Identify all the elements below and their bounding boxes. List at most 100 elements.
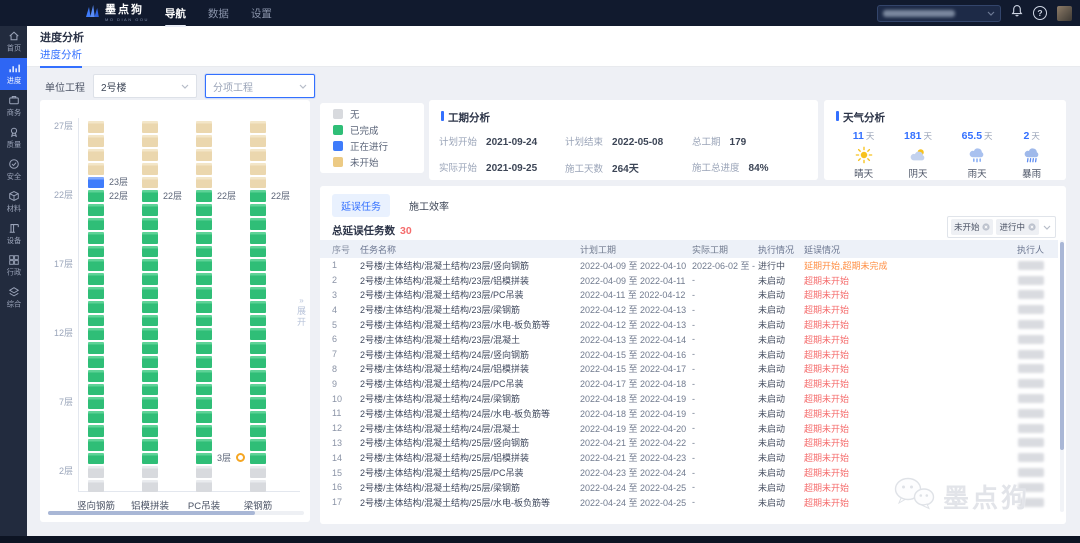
block-chart: 27层22层17层12层7层2层22层23层竖向钢筋22层铝模拼装22层3层PC… xyxy=(40,100,310,522)
floor-block-done xyxy=(142,218,158,230)
executor-redacted xyxy=(1018,394,1044,403)
table-row[interactable]: 142号楼/主体结构/混凝土结构/25层/铝模拼装2022-04-21 至 20… xyxy=(320,450,1058,465)
help-icon[interactable]: ? xyxy=(1033,6,1047,20)
table-row[interactable]: 172号楼/主体结构/混凝土结构/25层/水电-板负筋等2022-04-24 至… xyxy=(320,495,1058,510)
nav-item-设置[interactable]: 设置 xyxy=(249,0,274,27)
filter-tag-进行中[interactable]: 进行中 xyxy=(996,219,1039,235)
floor-block-done xyxy=(196,425,212,437)
close-icon[interactable] xyxy=(982,223,990,231)
legend-swatch xyxy=(333,125,343,135)
sidebar-item-综合[interactable]: 综合 xyxy=(0,282,27,314)
delay-status: 超期未开始 xyxy=(804,436,960,449)
weather-panel-title: 天气分析 xyxy=(836,110,885,125)
sidebar-item-商务[interactable]: 商务 xyxy=(0,90,27,122)
tasks-tab-延误任务[interactable]: 延误任务 xyxy=(332,194,390,217)
table-row[interactable]: 102号楼/主体结构/混凝土结构/24层/梁钢筋2022-04-18 至 202… xyxy=(320,391,1058,406)
column-header-任务名称: 任务名称 xyxy=(360,243,580,256)
delay-status: 超期未开始 xyxy=(804,333,960,346)
nav-item-数据[interactable]: 数据 xyxy=(206,0,231,27)
expand-control[interactable]: » 展开 xyxy=(294,296,309,329)
subitem-project-select[interactable]: 分项工程 xyxy=(205,74,315,98)
floor-block-done xyxy=(88,259,104,271)
sidebar-item-安全[interactable]: 安全 xyxy=(0,154,27,186)
status: 未启动 xyxy=(758,333,804,346)
avatar[interactable] xyxy=(1057,6,1072,21)
delay-status: 超期未开始 xyxy=(804,377,960,390)
actual-dates: 2022-06-02 至 - xyxy=(692,259,758,272)
home-icon xyxy=(8,30,20,42)
table-row[interactable]: 82号楼/主体结构/混凝土结构/24层/铝模拼装2022-04-15 至 202… xyxy=(320,362,1058,377)
table-row[interactable]: 92号楼/主体结构/混凝土结构/24层/PC吊装2022-04-17 至 202… xyxy=(320,376,1058,391)
executor-redacted xyxy=(1018,335,1044,344)
table-row[interactable]: 32号楼/主体结构/混凝土结构/23层/PC吊装2022-04-11 至 202… xyxy=(320,288,1058,303)
floor-block-not_started xyxy=(142,121,158,133)
chart-bar-PC吊装[interactable] xyxy=(196,121,212,492)
floor-block-done xyxy=(250,273,266,285)
progress-icon xyxy=(8,62,20,74)
tab-progress-analysis[interactable]: 进度分析 xyxy=(40,47,82,68)
table-row[interactable]: 42号楼/主体结构/混凝土结构/23层/梁钢筋2022-04-12 至 2022… xyxy=(320,302,1058,317)
duration-fields: 计划开始2021-09-24计划结束2022-05-08总工期179实际开始20… xyxy=(439,134,810,175)
table-row[interactable]: 162号楼/主体结构/混凝土结构/25层/梁钢筋2022-04-24 至 202… xyxy=(320,480,1058,495)
sidebar-item-设备[interactable]: 设备 xyxy=(0,218,27,250)
executor-redacted xyxy=(1018,305,1044,314)
table-row[interactable]: 132号楼/主体结构/混凝土结构/25层/竖向钢筋2022-04-21 至 20… xyxy=(320,436,1058,451)
app-logo[interactable]: 墨点狗 MO DIAN GOU xyxy=(85,4,149,22)
tasks-tab-施工效率[interactable]: 施工效率 xyxy=(400,194,458,217)
sidebar-item-材料[interactable]: 材料 xyxy=(0,186,27,218)
chart-hscrollbar-thumb[interactable] xyxy=(48,511,255,515)
table-row[interactable]: 152号楼/主体结构/混凝土结构/25层/PC吊装2022-04-23 至 20… xyxy=(320,465,1058,480)
weather-items: 11天晴天181天阴天65.5天雨天2天暴雨 xyxy=(838,126,1056,180)
y-axis-tick: 2层 xyxy=(40,465,73,477)
floor-block-done xyxy=(142,301,158,313)
close-icon[interactable] xyxy=(1028,223,1036,231)
floor-block-done xyxy=(196,453,212,465)
task-name: 2号楼/主体结构/混凝土结构/24层/混凝土 xyxy=(360,422,580,435)
materials-icon xyxy=(8,190,20,202)
floor-block-done xyxy=(196,301,212,313)
sidebar-item-质量[interactable]: 质量 xyxy=(0,122,27,154)
duration-panel-title: 工期分析 xyxy=(441,110,490,125)
table-row[interactable]: 112号楼/主体结构/混凝土结构/24层/水电-板负筋等2022-04-18 至… xyxy=(320,406,1058,421)
floor-block-none xyxy=(88,466,104,478)
status: 未启动 xyxy=(758,377,804,390)
floor-block-not_started xyxy=(250,163,266,175)
floor-block-done xyxy=(88,301,104,313)
quality-icon xyxy=(8,126,20,138)
floor-block-done xyxy=(142,287,158,299)
table-row[interactable]: 72号楼/主体结构/混凝土结构/24层/竖向钢筋2022-04-15 至 202… xyxy=(320,347,1058,362)
chart-bar-铝模拼装[interactable] xyxy=(142,121,158,492)
table-row[interactable]: 12号楼/主体结构/混凝土结构/23层/竖向钢筋2022-04-09 至 202… xyxy=(320,258,1058,273)
legend-swatch xyxy=(333,109,343,119)
table-row[interactable]: 122号楼/主体结构/混凝土结构/24层/混凝土2022-04-19 至 202… xyxy=(320,421,1058,436)
status: 未启动 xyxy=(758,318,804,331)
task-name: 2号楼/主体结构/混凝土结构/24层/水电-板负筋等 xyxy=(360,407,580,420)
executor-redacted xyxy=(1018,483,1044,492)
executor-redacted xyxy=(1018,498,1044,507)
chart-hscrollbar[interactable] xyxy=(48,511,304,515)
filter-tag-未开始[interactable]: 未开始 xyxy=(951,219,994,235)
project-select[interactable] xyxy=(877,5,1001,22)
sidebar-item-行政[interactable]: 行政 xyxy=(0,250,27,282)
table-row[interactable]: 62号楼/主体结构/混凝土结构/23层/混凝土2022-04-13 至 2022… xyxy=(320,332,1058,347)
table-row[interactable]: 22号楼/主体结构/混凝土结构/23层/铝模拼装2022-04-09 至 202… xyxy=(320,273,1058,288)
sidebar-menu: 首页进度商务质量安全材料设备行政综合 xyxy=(0,26,27,314)
chart-bar-竖向钢筋[interactable] xyxy=(88,121,104,492)
task-name: 2号楼/主体结构/混凝土结构/23层/梁钢筋 xyxy=(360,303,580,316)
sidebar-item-进度[interactable]: 进度 xyxy=(0,58,27,90)
planned-dates: 2022-04-23 至 2022-04-24 xyxy=(580,466,692,479)
bell-icon[interactable] xyxy=(1011,4,1023,22)
floor-block-done xyxy=(250,453,266,465)
floor-block-none xyxy=(88,480,104,492)
status-filter-select[interactable]: 未开始进行中 xyxy=(947,216,1056,238)
floor-block-done xyxy=(250,190,266,202)
floor-block-done xyxy=(142,246,158,258)
table-vscrollbar-thumb[interactable] xyxy=(1060,242,1064,450)
task-name: 2号楼/主体结构/混凝土结构/23层/混凝土 xyxy=(360,333,580,346)
table-row[interactable]: 52号楼/主体结构/混凝土结构/23层/水电-板负筋等2022-04-12 至 … xyxy=(320,317,1058,332)
y-axis-tick: 27层 xyxy=(40,120,73,132)
sidebar-item-首页[interactable]: 首页 xyxy=(0,26,27,58)
chart-bar-梁钢筋[interactable] xyxy=(250,121,266,492)
nav-item-导航[interactable]: 导航 xyxy=(163,0,188,27)
unit-project-select[interactable]: 2号楼 xyxy=(93,74,197,98)
